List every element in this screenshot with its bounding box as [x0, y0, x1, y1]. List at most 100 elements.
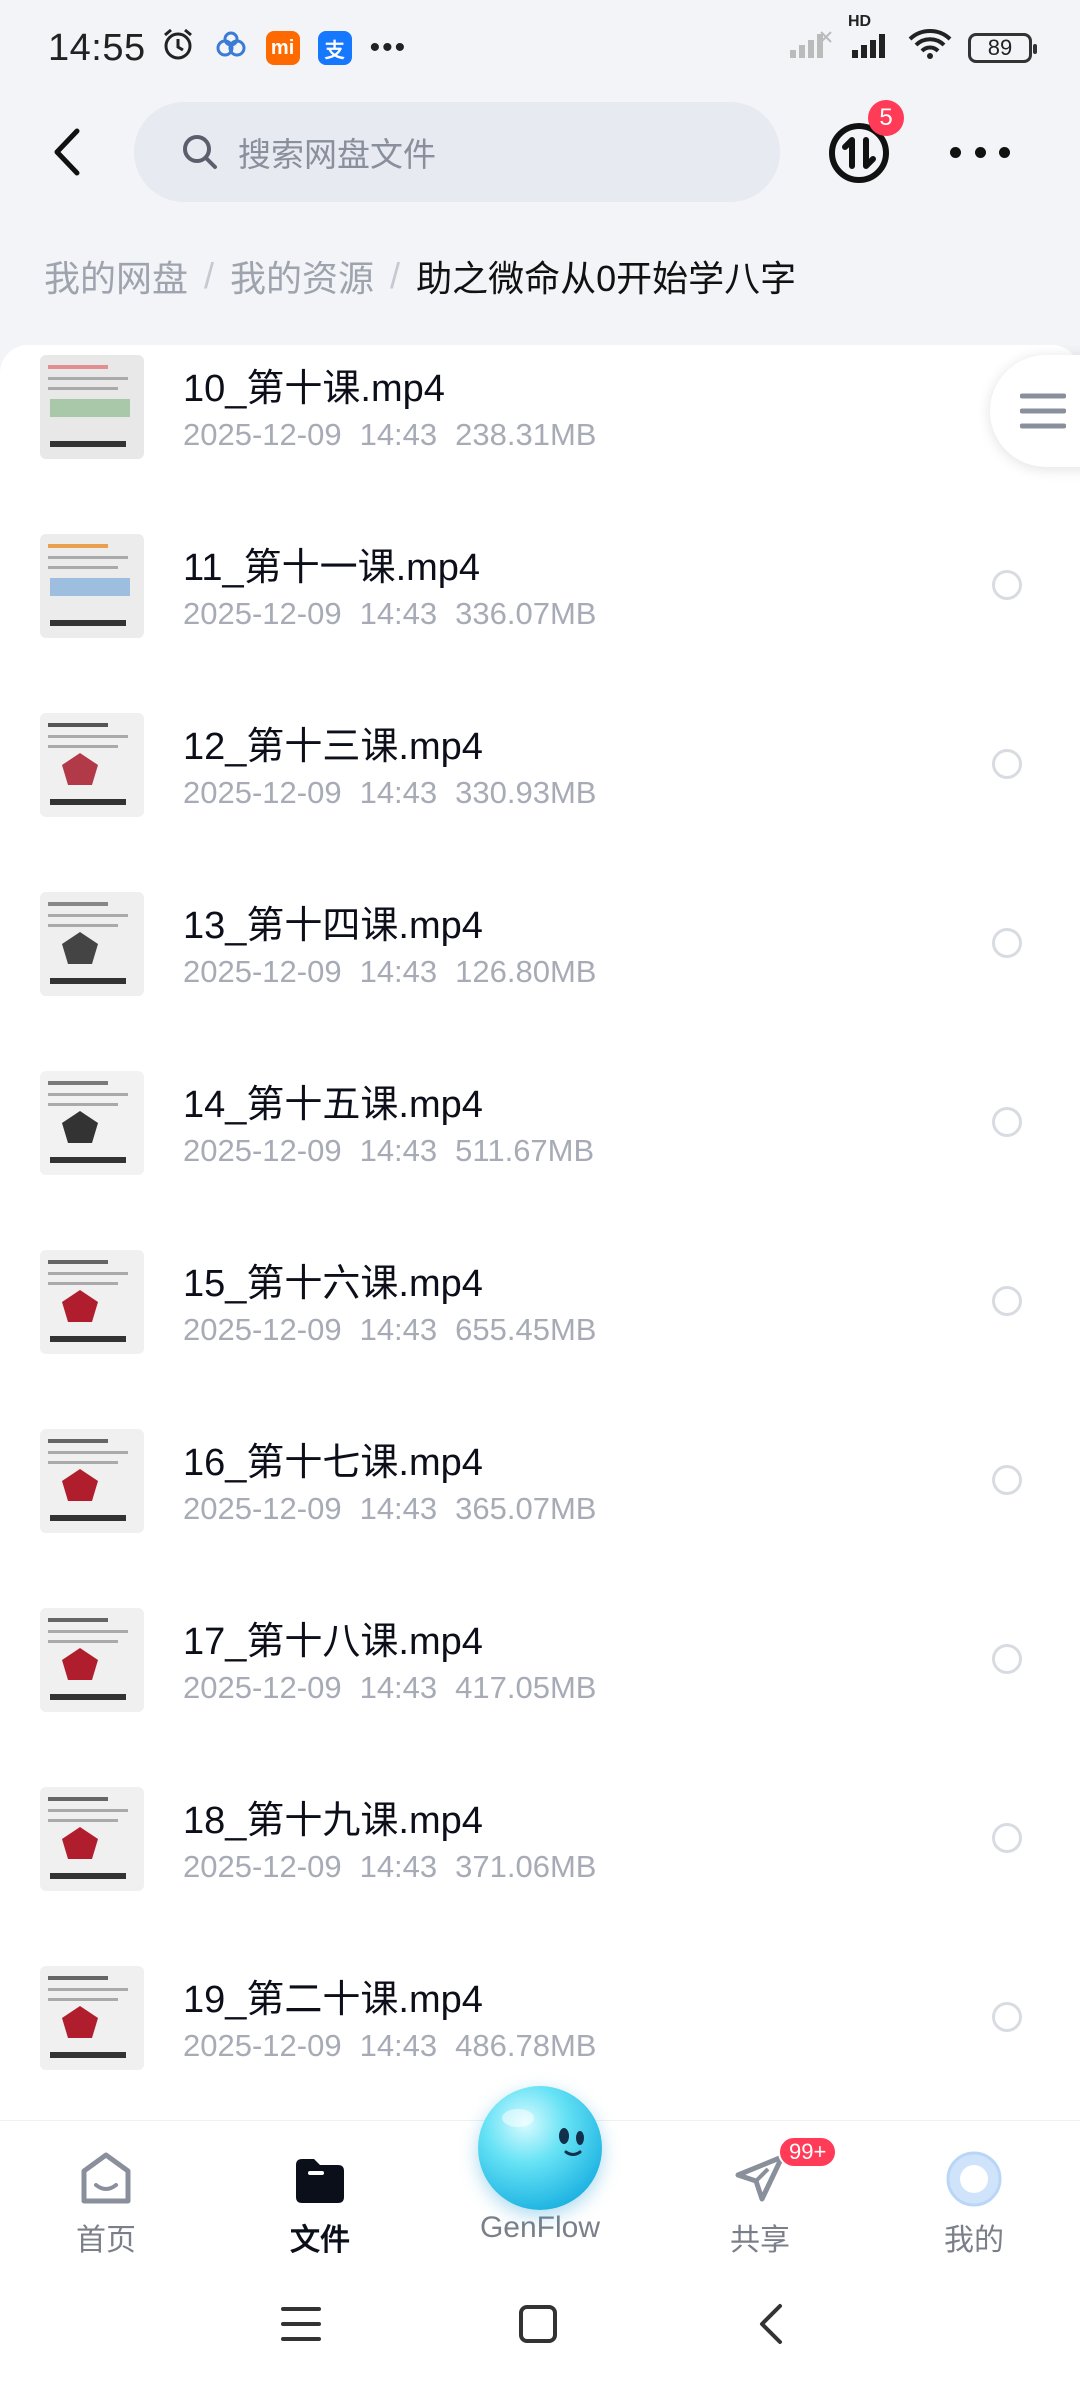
file-row[interactable]: 15_第十六课.mp4 2025-12-09 14:43 655.45MB [0, 1240, 1080, 1419]
select-checkbox[interactable] [992, 1644, 1022, 1674]
select-checkbox[interactable] [992, 2002, 1022, 2032]
file-date: 2025-12-09 [183, 596, 342, 631]
file-name: 14_第十五课.mp4 [183, 1084, 483, 1126]
status-time: 14:55 [48, 26, 146, 69]
folder-icon [296, 2159, 344, 2203]
file-name: 18_第十九课.mp4 [183, 1800, 483, 1842]
breadcrumb-separator: / [390, 255, 401, 296]
video-thumbnail [40, 1250, 144, 1354]
nav-label-share: 共享 [730, 2224, 790, 2257]
select-checkbox[interactable] [992, 749, 1022, 779]
nav-label-profile: 我的 [944, 2224, 1004, 2257]
file-time: 14:43 [359, 775, 438, 810]
file-row[interactable]: 16_第十七课.mp4 2025-12-09 14:43 365.07MB [0, 1419, 1080, 1598]
file-meta: 2025-12-09 14:43 417.05MB [183, 1670, 596, 1706]
file-name: 10_第十课.mp4 [183, 368, 445, 410]
file-row[interactable]: 10_第十课.mp4 2025-12-09 14:43 238.31MB [0, 345, 1080, 524]
select-checkbox[interactable] [992, 928, 1022, 958]
file-row[interactable]: 14_第十五课.mp4 2025-12-09 14:43 511.67MB [0, 1061, 1080, 1240]
transfer-count-badge: 5 [868, 100, 904, 136]
profile-icon [946, 2151, 1002, 2207]
video-thumbnail [40, 1787, 144, 1891]
select-checkbox[interactable] [992, 1107, 1022, 1137]
file-meta: 2025-12-09 14:43 655.45MB [183, 1312, 596, 1348]
genflow-orb-icon[interactable] [478, 2086, 602, 2210]
file-row[interactable]: 12_第十三课.mp4 2025-12-09 14:43 330.93MB [0, 703, 1080, 882]
battery-indicator: 89 [968, 33, 1037, 63]
file-meta: 2025-12-09 14:43 126.80MB [183, 954, 596, 990]
file-date: 2025-12-09 [183, 1312, 342, 1347]
file-meta: 2025-12-09 14:43 238.31MB [183, 417, 596, 453]
file-meta: 2025-12-09 14:43 511.67MB [183, 1133, 594, 1169]
status-bar: 14:55 mi 支 ••• HD 89 [0, 0, 1080, 96]
file-size: 126.80MB [455, 954, 597, 989]
system-back-button[interactable] [756, 2302, 786, 2351]
dot-icon [974, 146, 986, 158]
video-thumbnail [40, 1071, 144, 1175]
file-row[interactable]: 18_第十九课.mp4 2025-12-09 14:43 371.06MB [0, 1777, 1080, 1956]
select-checkbox[interactable] [992, 1286, 1022, 1316]
chevron-left-icon [760, 2304, 782, 2344]
more-options-button[interactable] [950, 140, 1010, 164]
file-time: 14:43 [359, 1312, 438, 1347]
nav-label-home: 首页 [76, 2224, 136, 2257]
status-right: HD 89 [788, 13, 1037, 69]
file-date: 2025-12-09 [183, 2028, 342, 2063]
file-time: 14:43 [359, 2028, 438, 2063]
signal-2-icon: HD [848, 13, 892, 69]
file-time: 14:43 [359, 596, 438, 631]
file-name: 12_第十三课.mp4 [183, 726, 483, 768]
nav-item-profile[interactable]: 我的 [904, 2149, 1044, 2259]
video-thumbnail [40, 1608, 144, 1712]
select-checkbox[interactable] [992, 1823, 1022, 1853]
file-row[interactable]: 17_第十八课.mp4 2025-12-09 14:43 417.05MB [0, 1598, 1080, 1777]
select-checkbox[interactable] [992, 570, 1022, 600]
header: 搜索网盘文件 5 [0, 100, 1080, 206]
nav-label-files: 文件 [290, 2224, 350, 2257]
file-name: 16_第十七课.mp4 [183, 1442, 483, 1484]
dot-icon [999, 146, 1010, 158]
file-date: 2025-12-09 [183, 417, 342, 452]
file-date: 2025-12-09 [183, 1491, 342, 1526]
search-placeholder: 搜索网盘文件 [238, 136, 436, 173]
file-time: 14:43 [359, 954, 438, 989]
video-thumbnail [40, 355, 144, 459]
file-size: 486.78MB [455, 2028, 597, 2063]
file-time: 14:43 [359, 1849, 438, 1884]
file-row[interactable]: 11_第十一课.mp4 2025-12-09 14:43 336.07MB [0, 524, 1080, 703]
alarm-icon [160, 26, 196, 71]
square-home-icon [519, 2305, 557, 2343]
breadcrumb-item-my-resources[interactable]: 我的资源 [230, 250, 374, 302]
select-checkbox[interactable] [992, 1465, 1022, 1495]
file-row[interactable]: 13_第十四课.mp4 2025-12-09 14:43 126.80MB [0, 882, 1080, 1061]
file-size: 330.93MB [455, 775, 597, 810]
file-date: 2025-12-09 [183, 1133, 342, 1168]
breadcrumb-separator: / [204, 255, 215, 296]
chevron-left-icon [54, 128, 80, 176]
file-meta: 2025-12-09 14:43 365.07MB [183, 1491, 596, 1527]
nav-item-genflow[interactable]: GenFlow [470, 2205, 610, 2245]
file-size: 655.45MB [455, 1312, 597, 1347]
file-name: 15_第十六课.mp4 [183, 1263, 483, 1305]
video-thumbnail [40, 534, 144, 638]
file-size: 511.67MB [455, 1133, 595, 1168]
nav-label-genflow: GenFlow [479, 2211, 601, 2244]
nav-item-home[interactable]: 首页 [36, 2149, 176, 2259]
home-button[interactable] [518, 2304, 558, 2349]
back-button[interactable] [36, 122, 96, 182]
system-nav-bar [0, 2270, 1080, 2400]
file-size: 371.06MB [455, 1849, 597, 1884]
file-time: 14:43 [359, 1491, 438, 1526]
recent-apps-button[interactable] [280, 2304, 322, 2349]
search-input[interactable]: 搜索网盘文件 [134, 102, 780, 202]
file-date: 2025-12-09 [183, 1670, 342, 1705]
file-size: 336.07MB [455, 596, 597, 631]
nav-item-files[interactable]: 文件 [250, 2149, 390, 2259]
alipay-app-icon: 支 [317, 31, 352, 65]
file-meta: 2025-12-09 14:43 330.93MB [183, 775, 596, 811]
file-name: 11_第十一课.mp4 [183, 547, 481, 589]
menu-icon [281, 2307, 321, 2341]
breadcrumb-item-my-drive[interactable]: 我的网盘 [44, 250, 188, 302]
mi-app-icon: mi [265, 31, 300, 65]
cloud-app-icon [214, 27, 248, 69]
